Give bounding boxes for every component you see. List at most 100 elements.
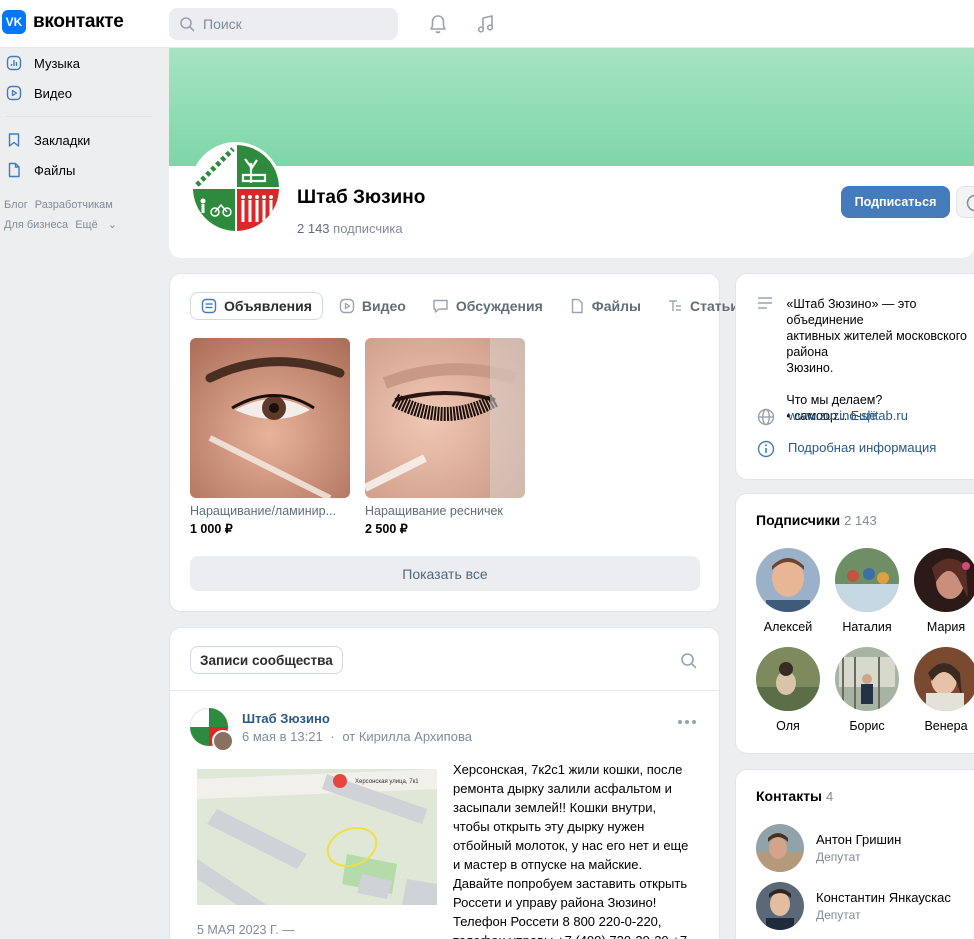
contacts-title[interactable]: Контакты 4	[756, 788, 833, 804]
post-author-avatar[interactable]	[189, 707, 234, 752]
vk-logo[interactable]: VK вконтакте	[2, 10, 124, 34]
nav-label-video: Видео	[34, 85, 72, 101]
footer-link-business[interactable]: Для бизнеса	[4, 219, 68, 231]
notifications-bell-icon[interactable]	[426, 12, 450, 36]
footer-link-blog[interactable]: Блог	[4, 199, 28, 211]
search-icon	[180, 17, 195, 32]
video-icon	[339, 298, 355, 314]
product-name: Наращивание ресничек	[365, 504, 503, 518]
market-card: Объявления Видео Обсуждения Файлы Статьи	[169, 273, 739, 612]
post-text-line: ремонта дырку залили асфальтом и	[453, 781, 672, 796]
post-meta: 6 мая в 13:21 · от Кирилла Архипова	[242, 729, 472, 744]
wall-tab-posts[interactable]: Записи сообщества	[190, 646, 343, 674]
left-navigation: Музыка Видео Закладки Файлы Блог Разработ…	[0, 48, 160, 235]
subscribers-count: 2 143	[297, 221, 330, 236]
post-text-line: Давайте попробуем заставить открыть	[453, 876, 688, 891]
subscriber-item[interactable]: Наталия	[835, 548, 899, 634]
contact-item[interactable]: Антон Гришин Депутат	[756, 824, 901, 872]
post-author-name[interactable]: Штаб Зюзино	[242, 711, 330, 726]
about-line: Зюзино.	[786, 361, 834, 375]
section-tabs: Объявления Видео Обсуждения Файлы Статьи	[190, 292, 755, 320]
subscribe-button[interactable]: Подписаться	[841, 186, 950, 218]
contacts-title-label: Контакты	[756, 788, 823, 804]
vk-logo-icon: VK	[2, 10, 26, 34]
post-signer[interactable]: от Кирилла Архипова	[342, 729, 472, 744]
contact-name: Антон Гришин	[816, 832, 902, 847]
subscriber-avatar	[756, 548, 820, 612]
subscriber-item[interactable]: Борис	[835, 647, 899, 733]
about-card: «Штаб Зюзино» — это объединение активных…	[735, 273, 974, 480]
subscriber-item[interactable]: Мария	[914, 548, 974, 634]
post-text-line: Херсонская, 7к2с1 жили кошки, после	[453, 762, 683, 777]
tab-label-files: Файлы	[591, 298, 641, 314]
tab-video[interactable]: Видео	[329, 292, 416, 320]
product-card[interactable]: Наращивание/ламинир... 1 000 ₽	[190, 338, 350, 536]
nav-item-video[interactable]: Видео	[0, 78, 160, 108]
contact-role: Депутат	[816, 850, 861, 864]
market-icon	[201, 298, 217, 314]
nav-label-bookmarks: Закладки	[34, 132, 91, 148]
search-box[interactable]	[169, 8, 398, 40]
details-link[interactable]: Подробная информация	[788, 440, 936, 455]
product-photo	[365, 338, 525, 498]
product-photo	[190, 338, 350, 498]
subscriber-avatar	[835, 647, 899, 711]
subscribers-title-count: 2 143	[844, 513, 877, 528]
music-player-icon[interactable]	[474, 12, 498, 36]
subscriber-item[interactable]: Оля	[756, 647, 820, 733]
footer-links: Блог Разработчикам Для бизнеса Ещё ⌄	[0, 195, 160, 235]
nav-item-files[interactable]: Файлы	[0, 155, 160, 185]
nav-item-bookmarks[interactable]: Закладки	[0, 125, 160, 155]
nav-item-music[interactable]: Музыка	[0, 48, 160, 78]
subscribers-title[interactable]: Подписчики 2 143	[756, 512, 877, 528]
tab-files[interactable]: Файлы	[559, 292, 651, 320]
post-more-icon[interactable]	[678, 720, 696, 724]
footer-link-developers[interactable]: Разработчикам	[35, 199, 113, 211]
post-text-line: Россети и управу района Зюзино!	[453, 895, 657, 910]
post-text-line: чтобы открыть эту дырку нужен	[453, 819, 645, 834]
description-icon	[756, 296, 774, 310]
about-line: Что мы делаем?	[786, 393, 883, 407]
wall-search-icon[interactable]	[680, 652, 698, 673]
search-input[interactable]	[203, 16, 383, 32]
bookmark-icon	[6, 132, 22, 148]
nav-divider	[6, 116, 152, 117]
video-icon	[6, 85, 22, 101]
subscriber-name: Борис	[849, 719, 885, 733]
about-website: www.zuzino-shtab.ru	[756, 408, 908, 426]
contacts-card: Контакты 4 Антон Гришин Депутат Константи…	[735, 769, 974, 939]
group-subscribers[interactable]: 2 143 подписчика	[297, 221, 403, 236]
globe-icon	[756, 408, 776, 426]
post-date[interactable]: 6 мая в 13:21	[242, 729, 323, 744]
file-icon	[569, 298, 585, 314]
about-description: «Штаб Зюзино» — это объединение активных…	[756, 296, 974, 424]
group-avatar[interactable]	[190, 142, 282, 234]
website-link[interactable]: www.zuzino-shtab.ru	[788, 408, 908, 423]
wall-card: Записи сообщества Штаб Зюзино 6 мая в 13…	[169, 627, 720, 939]
subscriber-item[interactable]: Венера	[914, 647, 974, 733]
contact-item[interactable]: Константин Янкаускас Депутат	[756, 882, 951, 930]
tab-market[interactable]: Объявления	[190, 292, 323, 320]
subscriber-name: Алексей	[763, 620, 813, 634]
about-line: активных жителей московского района	[786, 329, 967, 359]
subscribers-card: Подписчики 2 143 Алексей Наталия Мария Ол…	[735, 493, 974, 754]
post-text-line: засыпали землей!! Кошки внутри,	[453, 800, 657, 815]
subscriber-name: Венера	[924, 719, 968, 733]
contact-avatar	[756, 882, 804, 930]
footer-link-more[interactable]: Ещё ⌄	[75, 219, 124, 231]
more-actions-button[interactable]	[956, 186, 974, 218]
attachment-date: 5 МАЯ 2023 Г. —	[197, 923, 295, 937]
product-card[interactable]: Наращивание ресничек 2 500 ₽	[365, 338, 525, 536]
post-text-line: Телефон Россети 8 800 220-0-220,	[453, 914, 662, 929]
file-icon	[6, 162, 22, 178]
footer-more-label: Ещё	[75, 219, 98, 231]
post-map-attachment[interactable]: Херсонская улица, 7к1	[197, 769, 437, 905]
article-icon	[667, 298, 683, 314]
subscriber-item[interactable]: Алексей	[756, 548, 820, 634]
tab-label-video: Видео	[361, 298, 406, 314]
tab-discussions[interactable]: Обсуждения	[422, 292, 553, 320]
show-all-button[interactable]: Показать все	[190, 556, 700, 591]
tab-label-market: Объявления	[224, 298, 312, 314]
nav-label-files: Файлы	[34, 162, 76, 178]
post-text-line: телефон управы +7 (499) 720-29-20 +7	[453, 931, 713, 939]
